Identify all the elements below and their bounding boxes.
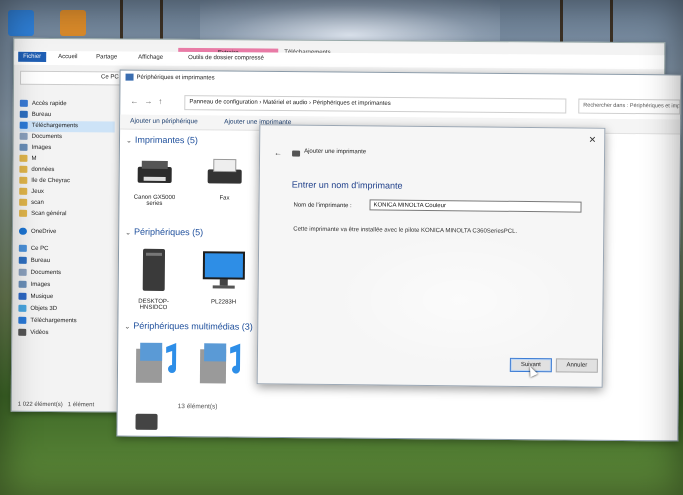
documents-icon bbox=[19, 132, 28, 140]
nav-item-pc-music[interactable]: Musique bbox=[18, 292, 53, 303]
dialog-heading: Entrer un nom d'imprimante bbox=[291, 179, 403, 191]
nav-item-documents[interactable]: Documents bbox=[19, 132, 62, 143]
ie-icon[interactable] bbox=[8, 10, 34, 36]
cube-icon bbox=[18, 304, 27, 312]
address-text: Ce PC bbox=[101, 74, 119, 81]
nav-item-cheyrac[interactable]: Ile de Cheyrac bbox=[19, 176, 70, 187]
printers-section-header[interactable]: ⌄ Imprimantes (5) bbox=[126, 135, 198, 146]
nav-item-scan[interactable]: scan bbox=[19, 198, 44, 209]
window-title: Périphériques et imprimantes bbox=[136, 74, 215, 82]
media-device-icon bbox=[192, 339, 250, 390]
close-icon[interactable]: ✕ bbox=[589, 135, 597, 146]
desktop-icon bbox=[18, 256, 27, 264]
search-input[interactable]: Rechercher dans : Périphériques et impri… bbox=[578, 98, 681, 115]
add-device-button[interactable]: Ajouter un périphérique bbox=[130, 118, 198, 126]
items-count: 13 élément(s) bbox=[177, 403, 218, 411]
tab-file[interactable]: Fichier bbox=[18, 51, 47, 62]
nav-item-pc-downloads[interactable]: Téléchargements bbox=[18, 316, 77, 327]
driver-info-text: Cette imprimante va être installée avec … bbox=[293, 226, 518, 235]
cloud-icon bbox=[18, 227, 27, 235]
desktop-icon bbox=[19, 110, 28, 118]
printer-name-input[interactable] bbox=[369, 199, 582, 213]
folder-icon bbox=[19, 209, 28, 217]
documents-icon bbox=[18, 268, 27, 276]
folder-icon[interactable] bbox=[60, 10, 86, 36]
cancel-button[interactable]: Annuler bbox=[555, 358, 598, 373]
ribbon-tabs: Fichier Accueil Partage Affichage Outils… bbox=[14, 50, 665, 70]
download-icon bbox=[19, 121, 28, 129]
multimedia-device-1[interactable] bbox=[128, 339, 186, 394]
nav-item-m[interactable]: M bbox=[19, 154, 36, 165]
printer-canon[interactable]: Canon GX5000 series bbox=[125, 155, 183, 208]
control-panel-icon bbox=[125, 73, 134, 81]
printer-icon bbox=[292, 150, 301, 157]
printer-thumb-icon bbox=[135, 413, 158, 430]
explorer-status-bar: 1 022 élément(s) 1 élément bbox=[17, 401, 95, 409]
chevron-down-icon: ⌄ bbox=[124, 323, 131, 331]
nav-item-pc-images[interactable]: Images bbox=[18, 280, 51, 291]
fax-device[interactable]: Fax bbox=[195, 155, 253, 202]
download-icon bbox=[18, 316, 27, 324]
nav-item-scan-general[interactable]: Scan général bbox=[19, 209, 66, 220]
printer-icon bbox=[126, 155, 184, 192]
chevron-down-icon: ⌄ bbox=[125, 137, 132, 145]
back-arrow-icon[interactable]: ← bbox=[274, 148, 282, 157]
nav-item-pc-videos[interactable]: Vidéos bbox=[18, 328, 49, 339]
computer-icon bbox=[18, 244, 27, 252]
media-device-icon bbox=[128, 339, 186, 390]
nav-item-pc-3d[interactable]: Objets 3D bbox=[18, 304, 57, 315]
multimedia-device-2[interactable] bbox=[192, 339, 250, 394]
folder-icon bbox=[19, 176, 28, 184]
nav-quick-access[interactable]: Accès rapide bbox=[19, 99, 67, 110]
nav-item-data[interactable]: données bbox=[19, 165, 54, 176]
breadcrumb[interactable]: Panneau de configuration › Matériel et a… bbox=[184, 95, 567, 114]
folder-icon bbox=[19, 154, 28, 162]
nav-item-pc-desktop[interactable]: Bureau bbox=[18, 256, 50, 267]
dialog-title: Ajouter une imprimante bbox=[304, 148, 367, 156]
nav-item-games[interactable]: Jeux bbox=[19, 187, 44, 198]
nav-item-pc-documents[interactable]: Documents bbox=[18, 268, 61, 279]
nav-arrows-icon[interactable]: ←→↑ bbox=[130, 97, 168, 106]
nav-item-downloads[interactable]: Téléchargements bbox=[19, 120, 115, 133]
video-icon bbox=[18, 328, 27, 336]
folder-icon bbox=[19, 198, 28, 206]
explorer-address-bar[interactable]: Ce PC bbox=[19, 70, 133, 86]
computer-tower-icon bbox=[125, 247, 183, 296]
navigation-bar: ←→↑ Panneau de configuration › Matériel … bbox=[126, 95, 681, 115]
tab-share[interactable]: Partage bbox=[96, 54, 117, 60]
devices-section-header[interactable]: ⌄ Périphériques (5) bbox=[125, 227, 203, 238]
navigation-pane: Accès rapide Bureau Téléchargements Docu… bbox=[16, 99, 118, 400]
printer-name-label: Nom de l'imprimante : bbox=[293, 202, 352, 210]
nav-item-images[interactable]: Images bbox=[19, 143, 52, 154]
nav-item-this-pc[interactable]: Ce PC bbox=[18, 244, 49, 255]
chevron-down-icon: ⌄ bbox=[125, 229, 132, 237]
nav-item-onedrive[interactable]: OneDrive bbox=[18, 227, 56, 238]
device-monitor[interactable]: PL2283H bbox=[195, 247, 254, 306]
multimedia-section-header[interactable]: ⌄ Périphériques multimédias (3) bbox=[124, 321, 253, 332]
tab-view[interactable]: Affichage bbox=[138, 55, 163, 61]
music-icon bbox=[18, 292, 27, 300]
tab-home[interactable]: Accueil bbox=[58, 54, 77, 60]
fax-icon bbox=[196, 155, 254, 192]
star-icon bbox=[19, 99, 28, 107]
images-icon bbox=[19, 143, 28, 151]
images-icon bbox=[18, 280, 27, 288]
nav-item-desktop[interactable]: Bureau bbox=[19, 110, 51, 121]
device-desktop[interactable]: DESKTOP-HNSIDCO bbox=[125, 247, 184, 312]
folder-icon bbox=[19, 187, 28, 195]
add-printer-dialog: ✕ ← Ajouter une imprimante Entrer un nom… bbox=[256, 124, 606, 388]
folder-icon bbox=[19, 165, 28, 173]
tools-subheader[interactable]: Outils de dossier compressé bbox=[188, 55, 264, 62]
monitor-icon bbox=[195, 247, 253, 296]
